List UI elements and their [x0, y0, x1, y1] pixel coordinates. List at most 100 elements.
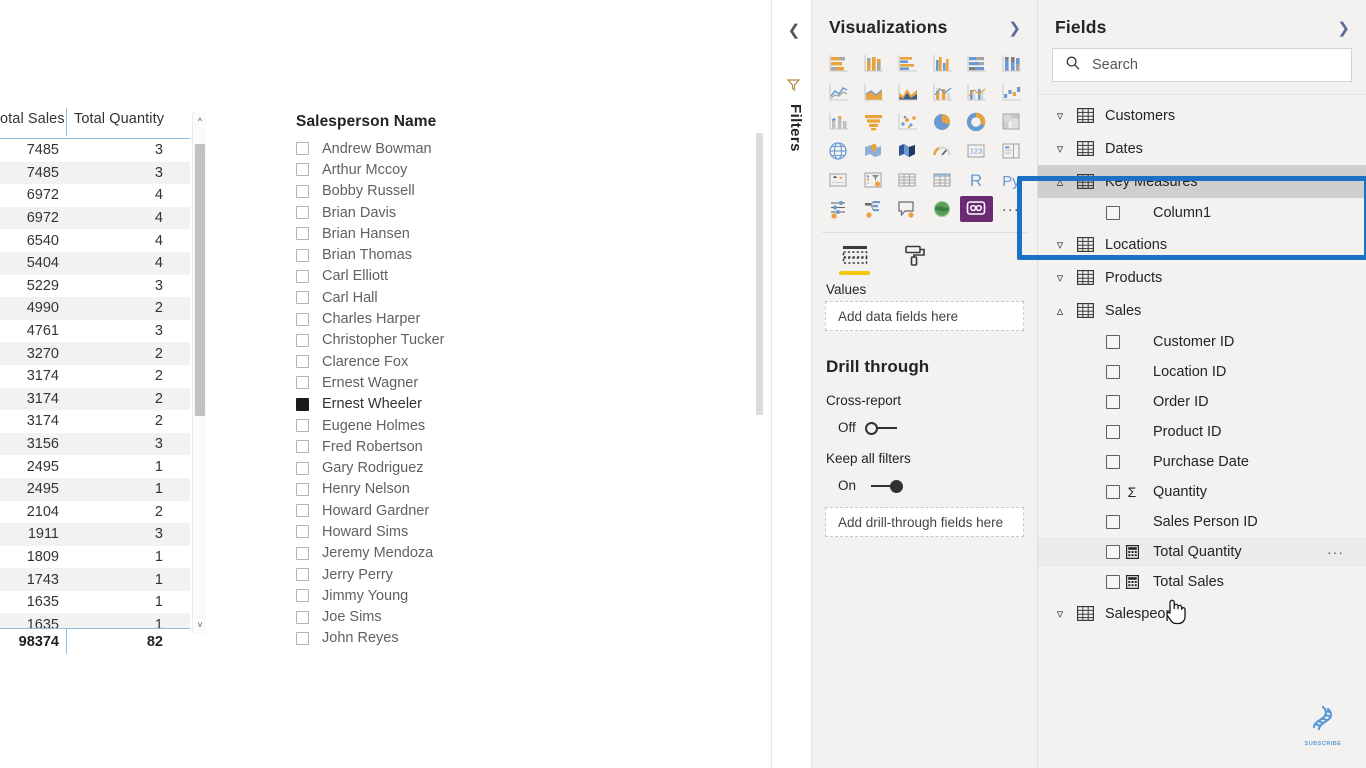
slicer-checkbox[interactable]	[296, 355, 309, 369]
table-visual-icon[interactable]	[891, 167, 924, 193]
chevron-down-icon[interactable]: ▿	[1049, 606, 1071, 622]
table-row[interactable]: 6972 4	[0, 184, 190, 207]
scroll-down-arrow-icon[interactable]: ˅	[193, 618, 207, 632]
multi-row-card-visual-icon[interactable]	[995, 138, 1028, 164]
slicer-item[interactable]: Carl Elliott	[296, 266, 766, 287]
python-visual-icon[interactable]: Py	[995, 167, 1028, 193]
table-row[interactable]: 5229 3	[0, 275, 190, 298]
clustered-column-chart-icon[interactable]	[926, 51, 959, 77]
slicer-checkbox[interactable]	[296, 206, 309, 220]
slicer-checkbox[interactable]	[296, 333, 309, 347]
fields-table-node[interactable]: ▿ Salespeople	[1038, 597, 1366, 630]
cross-report-toggle[interactable]	[864, 421, 903, 435]
field-item[interactable]: Sales Person ID	[1038, 507, 1366, 537]
kpi-visual-icon[interactable]	[822, 167, 855, 193]
slicer-item[interactable]: Gary Rodriguez	[296, 457, 766, 478]
table-row[interactable]: 3174 2	[0, 365, 190, 388]
clustered-bar-chart-icon[interactable]	[891, 51, 924, 77]
slicer-item[interactable]: Bobby Russell	[296, 181, 766, 202]
table-row[interactable]: 5404 4	[0, 251, 190, 275]
slicer-checkbox[interactable]	[296, 461, 309, 475]
field-item[interactable]: Σ Quantity	[1038, 477, 1366, 507]
hundred-percent-stacked-column-chart-icon[interactable]	[995, 51, 1028, 77]
slicer-checkbox[interactable]	[296, 376, 309, 390]
field-checkbox[interactable]	[1106, 425, 1120, 439]
line-stacked-column-chart-icon[interactable]	[926, 80, 959, 106]
slicer-checkbox[interactable]	[296, 504, 309, 518]
fields-table-node[interactable]: ▵ Key Measures	[1038, 165, 1366, 198]
area-chart-icon[interactable]	[857, 80, 890, 106]
field-item[interactable]: Total Quantity ···	[1038, 537, 1366, 567]
field-item[interactable]: Product ID	[1038, 417, 1366, 447]
slicer-item[interactable]: Eugene Holmes	[296, 415, 766, 436]
slicer-item[interactable]: Henry Nelson	[296, 479, 766, 500]
slicer-item[interactable]: Christopher Tucker	[296, 330, 766, 351]
card-visual-icon[interactable]: 123	[960, 138, 993, 164]
fields-tab[interactable]	[838, 243, 872, 275]
slicer-checkbox[interactable]	[296, 291, 309, 305]
fields-table-node[interactable]: ▿ Products	[1038, 261, 1366, 294]
table-vertical-scrollbar[interactable]: ^ ˅	[192, 112, 206, 634]
scatter-chart-icon[interactable]	[891, 109, 924, 135]
pie-chart-icon[interactable]	[926, 109, 959, 135]
chevron-down-icon[interactable]: ▿	[1049, 270, 1071, 286]
slicer-item[interactable]: Howard Gardner	[296, 500, 766, 521]
funnel-chart-icon[interactable]	[857, 109, 890, 135]
slicer-checkbox[interactable]	[296, 312, 309, 326]
fields-table-node[interactable]: ▿ Customers	[1038, 99, 1366, 132]
slicer-item[interactable]: Jimmy Young	[296, 585, 766, 606]
field-checkbox[interactable]	[1106, 335, 1120, 349]
field-checkbox[interactable]	[1106, 206, 1120, 220]
slicer-checkbox[interactable]	[296, 482, 309, 496]
chevron-left-icon[interactable]: ❮	[785, 21, 803, 39]
table-row[interactable]: 7485 3	[0, 161, 190, 185]
fields-table-node[interactable]: ▵ Sales	[1038, 294, 1366, 327]
scroll-up-arrow-icon[interactable]: ^	[193, 114, 207, 128]
keep-all-filters-toggle[interactable]	[865, 479, 904, 493]
table-row[interactable]: 2495 1	[0, 455, 190, 478]
table-row[interactable]: 1911 3	[0, 523, 190, 546]
donut-chart-icon[interactable]	[960, 109, 993, 135]
slicer-checkbox[interactable]	[296, 227, 309, 241]
slicer-checkbox[interactable]	[296, 546, 309, 560]
slicer-scrollbar[interactable]	[756, 133, 763, 438]
field-checkbox[interactable]	[1106, 365, 1120, 379]
slicer-item[interactable]: Jeremy Mendoza	[296, 543, 766, 564]
field-item[interactable]: Order ID	[1038, 387, 1366, 417]
table-row[interactable]: 2495 1	[0, 477, 190, 501]
format-tab[interactable]	[898, 243, 932, 275]
slicer-checkbox[interactable]	[296, 248, 309, 262]
field-item[interactable]: Total Sales	[1038, 567, 1366, 597]
slicer-checkbox[interactable]	[296, 525, 309, 539]
slicer-checkbox[interactable]	[296, 631, 309, 645]
slicer-checkbox[interactable]	[296, 589, 309, 603]
slicer-item[interactable]: Joe Sims	[296, 607, 766, 628]
stacked-column-chart-icon[interactable]	[857, 51, 890, 77]
slicer-checkbox[interactable]	[296, 440, 309, 454]
drill-through-dropzone[interactable]: Add drill-through fields here	[825, 507, 1024, 537]
slicer-item[interactable]: Charles Harper	[296, 308, 766, 329]
line-clustered-column-chart-icon[interactable]	[960, 80, 993, 106]
field-item[interactable]: Customer ID	[1038, 327, 1366, 357]
slicer-checkbox[interactable]	[296, 269, 309, 283]
field-checkbox[interactable]	[1106, 485, 1120, 499]
chevron-down-icon[interactable]: ▿	[1049, 141, 1071, 157]
treemap-chart-icon[interactable]	[995, 109, 1028, 135]
field-checkbox[interactable]	[1106, 515, 1120, 529]
slicer-item[interactable]: Howard Sims	[296, 521, 766, 542]
salesperson-slicer[interactable]: Salesperson Name Andrew Bowman Arthur Mcc…	[288, 108, 766, 664]
slicer-item[interactable]: Andrew Bowman	[296, 138, 766, 159]
slicer-item[interactable]: John Reyes	[296, 628, 766, 649]
slicer-checkbox[interactable]	[296, 419, 309, 432]
table-row[interactable]: 6540 4	[0, 229, 190, 252]
chevron-right-icon[interactable]: ❯	[1006, 19, 1023, 37]
slicer-item[interactable]: Jerry Perry	[296, 564, 766, 585]
keep-all-filters-toggle-row[interactable]: On	[812, 466, 1037, 493]
column-header-total-quantity[interactable]: Total Quantity	[66, 108, 188, 136]
gauge-visual-icon[interactable]	[926, 138, 959, 164]
slicer-checkbox[interactable]	[296, 610, 309, 624]
table-row[interactable]: 3174 2	[0, 387, 190, 411]
slicer-item[interactable]: Brian Thomas	[296, 244, 766, 265]
values-dropzone[interactable]: Add data fields here	[825, 301, 1024, 331]
slicer-item[interactable]: Brian Hansen	[296, 223, 766, 244]
